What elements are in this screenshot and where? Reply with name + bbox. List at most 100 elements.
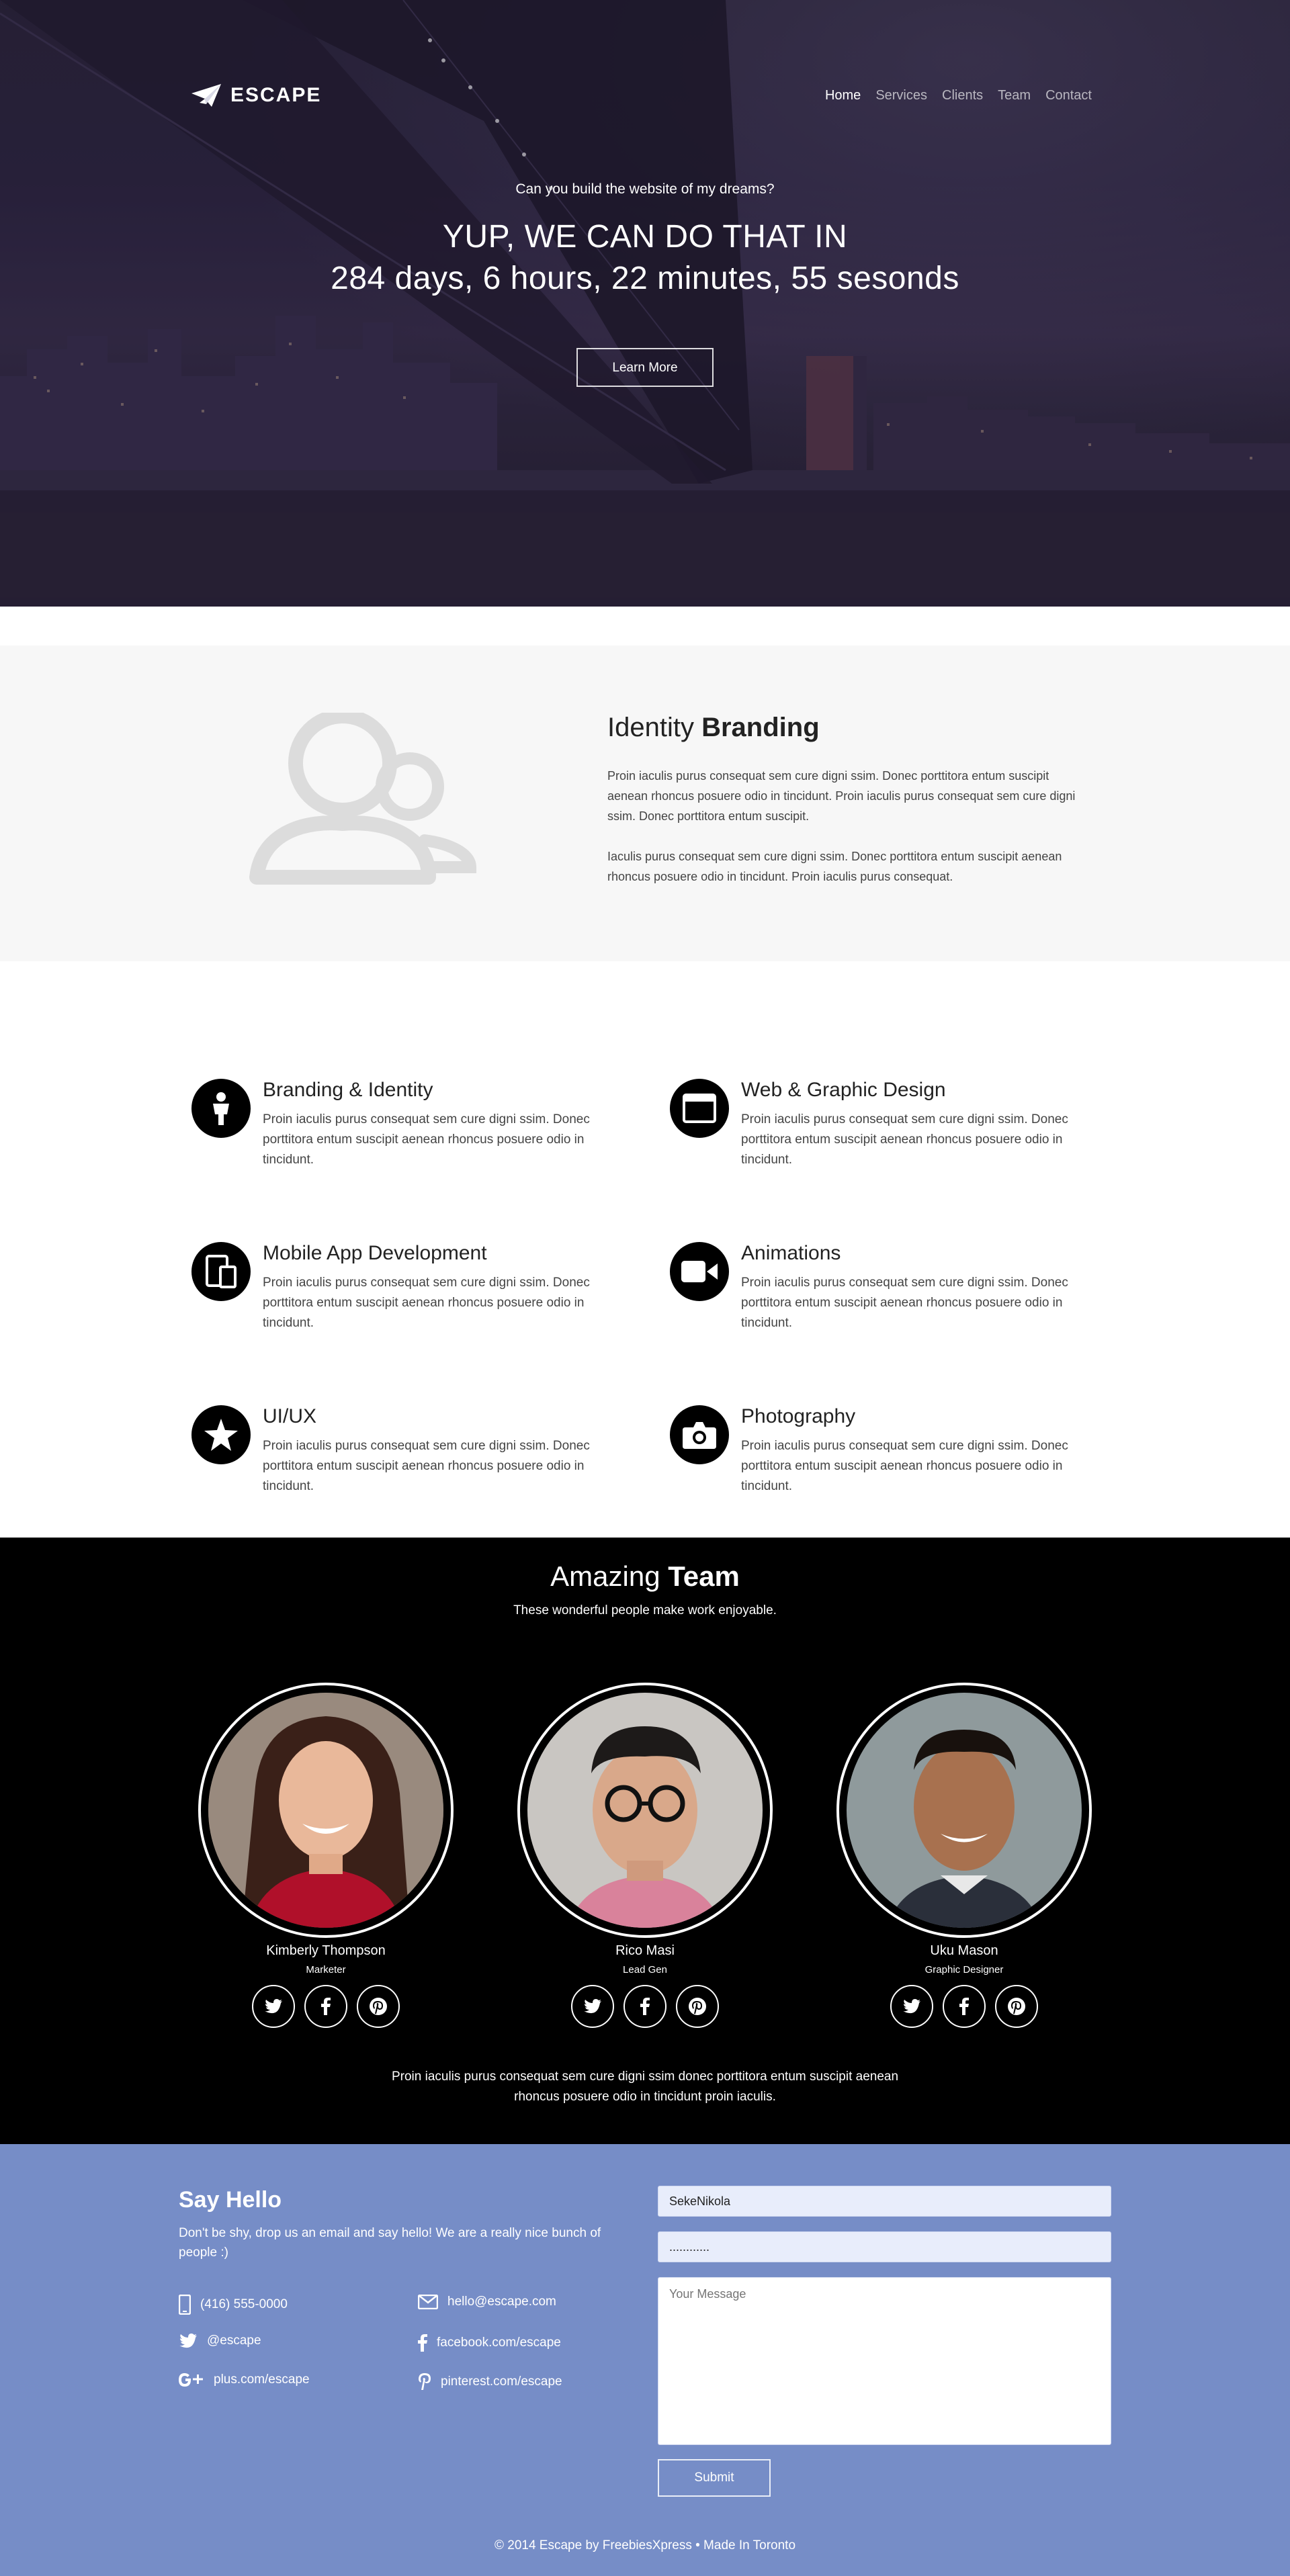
service-title: UI/UX — [263, 1405, 317, 1427]
team-title-bold: Team — [668, 1560, 740, 1592]
nav-link-contact[interactable]: Contact — [1045, 88, 1092, 103]
service-body: Branding & Identity Proin iaculis purus … — [263, 1079, 626, 1170]
submit-button[interactable]: Submit — [658, 2459, 771, 2497]
name-input[interactable] — [658, 2186, 1111, 2217]
service-body: Web & Graphic Design Proin iaculis purus… — [741, 1079, 1104, 1170]
member-name: Uku Mason — [930, 1943, 998, 1958]
team-title-light: Amazing — [550, 1560, 669, 1592]
contact-intro: Don't be shy, drop us an email and say h… — [179, 2226, 601, 2260]
identity-title: Identity Branding — [607, 713, 1091, 743]
service-title: Web & Graphic Design — [741, 1079, 946, 1101]
camera-icon — [670, 1405, 729, 1464]
facebook-icon[interactable] — [304, 1985, 347, 2028]
member-socials — [517, 1985, 773, 2028]
services-section: Branding & Identity Proin iaculis purus … — [0, 961, 1290, 1538]
pinterest-icon[interactable] — [995, 1985, 1038, 2028]
hero-countdown: 284 days, 6 hours, 22 minutes, 55 sesond… — [331, 261, 959, 296]
contact-phone: (416) 555-0000 — [179, 2295, 288, 2315]
hero-content: Can you build the website of my dreams? … — [0, 181, 1290, 387]
avatar — [847, 1693, 1082, 1928]
service-body: Photography Proin iaculis purus consequa… — [741, 1405, 1104, 1497]
nav-link-home[interactable]: Home — [825, 88, 861, 103]
team-member-card: Uku Mason Graphic Designer — [836, 1683, 1092, 2028]
service-body: Animations Proin iaculis purus consequat… — [741, 1242, 1104, 1333]
phone-icon — [179, 2295, 191, 2315]
learn-more-button[interactable]: Learn More — [576, 348, 714, 387]
service-title: Mobile App Development — [263, 1242, 487, 1264]
hero-title-line1: YUP, WE CAN DO THAT IN — [442, 219, 848, 255]
twitter-icon[interactable] — [571, 1985, 614, 2028]
nav-link-clients[interactable]: Clients — [942, 88, 983, 103]
member-role: Marketer — [306, 1964, 346, 1975]
team-tagline: These wonderful people make work enjoyab… — [513, 1603, 777, 1617]
hero-subtitle: Can you build the website of my dreams? — [515, 181, 775, 197]
pinterest-icon[interactable] — [357, 1985, 400, 2028]
user-icon — [191, 1079, 251, 1138]
pinterest-icon[interactable] — [676, 1985, 719, 2028]
service-title: Branding & Identity — [263, 1079, 433, 1101]
avatar — [527, 1693, 763, 1928]
gplus-url: plus.com/escape — [214, 2372, 310, 2387]
contact-facebook[interactable]: facebook.com/escape — [418, 2334, 561, 2352]
hero-section: ESCAPE Home Services Clients Team Contac… — [0, 0, 1290, 607]
contact-section: Say Hello Don't be shy, drop us an email… — [0, 2144, 1290, 2576]
service-body: Mobile App Development Proin iaculis pur… — [263, 1242, 626, 1333]
nav-link-team[interactable]: Team — [998, 88, 1031, 103]
top-navigation: ESCAPE Home Services Clients Team Contac… — [191, 79, 1092, 112]
password-input[interactable] — [658, 2231, 1111, 2262]
brand-logo[interactable]: ESCAPE — [191, 84, 321, 107]
member-socials — [198, 1985, 454, 2028]
service-title: Animations — [741, 1242, 841, 1264]
service-title: Photography — [741, 1405, 856, 1427]
avatar — [208, 1693, 443, 1928]
facebook-icon[interactable] — [943, 1985, 986, 2028]
service-body: UI/UX Proin iaculis purus consequat sem … — [263, 1405, 626, 1497]
message-textarea[interactable] — [658, 2277, 1111, 2445]
video-camera-icon — [670, 1242, 729, 1301]
pinterest-icon — [419, 2373, 431, 2390]
identity-title-light: Identity — [607, 713, 702, 742]
nav-links: Home Services Clients Team Contact — [825, 88, 1092, 103]
nav-link-services[interactable]: Services — [875, 88, 927, 103]
avatar-ring — [836, 1683, 1092, 1938]
member-role: Lead Gen — [623, 1964, 667, 1975]
contact-gplus[interactable]: plus.com/escape — [179, 2372, 310, 2387]
team-member-card: Rico Masi Lead Gen — [517, 1683, 773, 2028]
member-name: Kimberly Thompson — [266, 1943, 386, 1958]
contact-twitter[interactable]: @escape — [179, 2334, 261, 2348]
envelope-icon — [418, 2295, 438, 2309]
google-plus-icon — [179, 2373, 203, 2387]
people-illustration-icon — [249, 713, 477, 885]
twitter-icon[interactable] — [252, 1985, 295, 2028]
email-address: hello@escape.com — [447, 2295, 556, 2309]
contact-email[interactable]: hello@escape.com — [418, 2295, 556, 2309]
twitter-handle: @escape — [207, 2334, 261, 2348]
service-text: Proin iaculis purus consequat sem cure d… — [263, 1276, 590, 1330]
facebook-icon[interactable] — [624, 1985, 666, 2028]
contact-title: Say Hello — [179, 2187, 282, 2213]
facebook-icon — [418, 2334, 427, 2352]
team-section: Amazing Team These wonderful people make… — [0, 1538, 1290, 2144]
service-text: Proin iaculis purus consequat sem cure d… — [741, 1276, 1068, 1330]
service-text: Proin iaculis purus consequat sem cure d… — [263, 1112, 590, 1167]
member-name: Rico Masi — [615, 1943, 675, 1958]
hero-title: YUP, WE CAN DO THAT IN 284 days, 6 hours… — [0, 216, 1290, 300]
service-text: Proin iaculis purus consequat sem cure d… — [741, 1112, 1068, 1167]
identity-text: Identity Branding Proin iaculis purus co… — [607, 713, 1091, 907]
star-icon — [191, 1405, 251, 1464]
devices-icon — [191, 1242, 251, 1301]
team-member-card: Kimberly Thompson Marketer — [198, 1683, 454, 2028]
browser-window-icon — [670, 1079, 729, 1138]
pinterest-url: pinterest.com/escape — [441, 2374, 562, 2389]
contact-pinterest[interactable]: pinterest.com/escape — [418, 2372, 562, 2391]
identity-paragraph-2: Iaculis purus consequat sem cure digni s… — [607, 850, 1062, 883]
avatar-ring — [517, 1683, 773, 1938]
service-text: Proin iaculis purus consequat sem cure d… — [741, 1439, 1068, 1493]
identity-title-bold: Branding — [701, 713, 820, 742]
member-socials — [836, 1985, 1092, 2028]
avatar-ring — [198, 1683, 454, 1938]
facebook-url: facebook.com/escape — [437, 2336, 561, 2350]
identity-section: Identity Branding Proin iaculis purus co… — [0, 646, 1290, 961]
twitter-icon[interactable] — [890, 1985, 933, 2028]
phone-number: (416) 555-0000 — [200, 2297, 288, 2311]
